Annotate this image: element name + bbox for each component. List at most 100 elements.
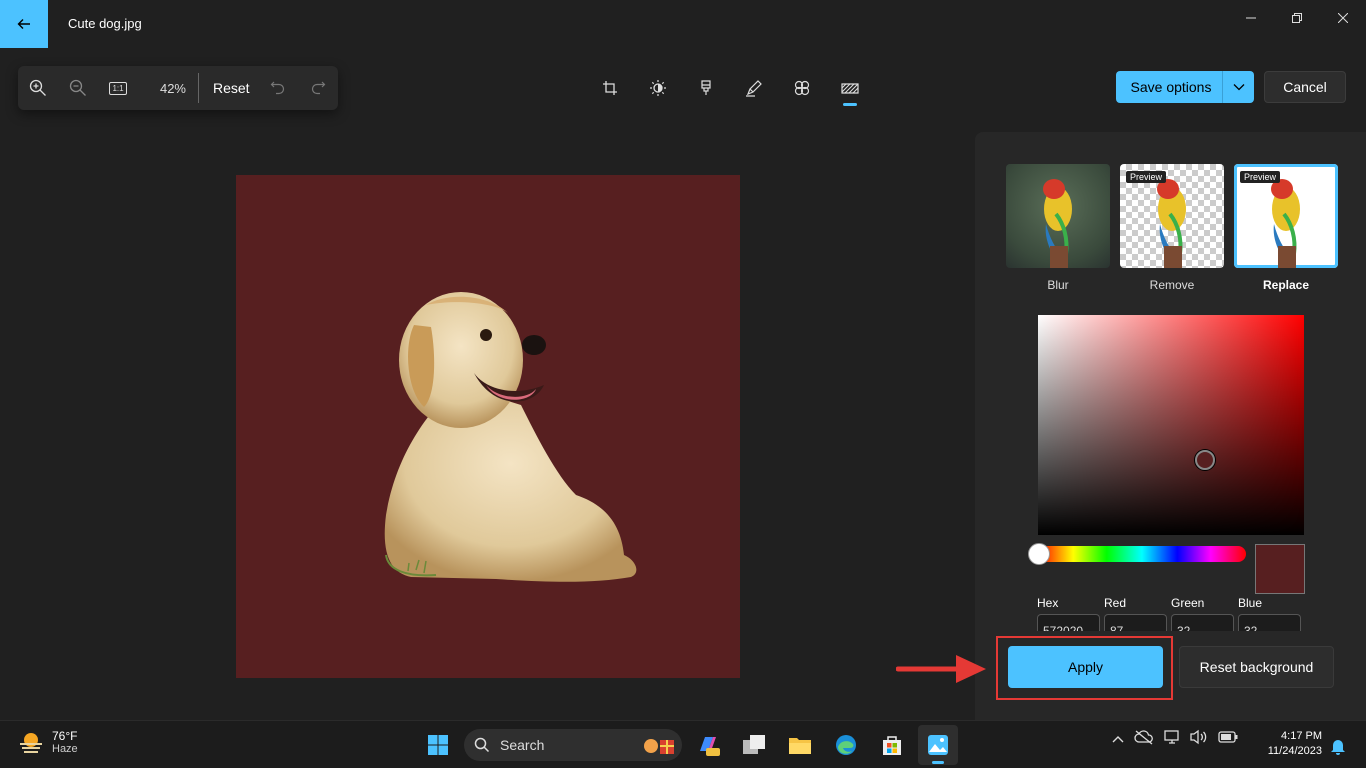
zoom-in-button[interactable]	[18, 66, 58, 110]
crop-tool[interactable]	[586, 70, 634, 106]
network-button[interactable]	[1164, 729, 1180, 748]
save-options-label: Save options	[1130, 79, 1212, 95]
undo-icon	[270, 81, 284, 95]
minimize-button[interactable]	[1228, 0, 1274, 36]
photos-button[interactable]	[918, 725, 958, 765]
actual-size-button[interactable]: 1:1	[98, 66, 138, 110]
green-input[interactable]: 32	[1171, 614, 1234, 631]
edge-icon	[836, 735, 856, 755]
hue-slider-knob[interactable]	[1028, 543, 1050, 565]
start-button[interactable]	[418, 725, 458, 765]
image-canvas[interactable]	[236, 175, 740, 678]
onedrive-button[interactable]	[1134, 729, 1154, 748]
crop-icon	[603, 81, 617, 95]
annotation-arrow-icon	[896, 655, 986, 683]
green-label: Green	[1171, 596, 1205, 610]
blue-label: Blue	[1238, 596, 1263, 610]
volume-icon	[1190, 729, 1207, 745]
remove-thumbnail: Preview	[1120, 164, 1224, 268]
close-button[interactable]	[1320, 0, 1366, 36]
hue-slider[interactable]	[1028, 543, 1246, 565]
color-preview-swatch	[1255, 544, 1305, 594]
battery-icon	[1218, 731, 1238, 743]
green-field: Green 32	[1171, 596, 1234, 631]
taskbar-search[interactable]: Search	[464, 729, 682, 761]
annotation-highlight-box	[996, 636, 1173, 700]
task-view-icon	[743, 735, 765, 754]
bg-option-blur[interactable]: Blur	[1006, 164, 1110, 292]
preview-tag: Preview	[1126, 171, 1167, 183]
search-highlight-icon	[644, 739, 674, 754]
search-icon	[474, 737, 490, 753]
filter-tool[interactable]	[682, 70, 730, 106]
back-arrow-icon	[17, 19, 30, 29]
red-input[interactable]: 87	[1104, 614, 1167, 631]
back-button[interactable]	[0, 0, 48, 48]
blue-input[interactable]: 32	[1238, 614, 1301, 631]
edge-button[interactable]	[826, 725, 866, 765]
zoom-out-button[interactable]	[58, 66, 98, 110]
puppy-image	[384, 292, 637, 582]
weather-widget[interactable]: 76°F Haze	[18, 729, 78, 755]
photos-icon	[928, 735, 948, 755]
taskbar-apps: Search	[418, 725, 958, 765]
erase-icon	[794, 80, 810, 96]
weather-haze-icon	[20, 733, 42, 753]
network-icon	[1164, 730, 1179, 744]
red-field: Red 87	[1104, 596, 1167, 631]
markup-tool[interactable]	[730, 70, 778, 106]
zoom-percent[interactable]: 42%	[138, 81, 194, 96]
task-view-button[interactable]	[734, 725, 774, 765]
search-label: Search	[500, 737, 545, 753]
background-options: Blur Preview Remove Preview Replace	[1006, 164, 1338, 292]
cancel-button[interactable]: Cancel	[1264, 71, 1346, 103]
hex-input[interactable]: 572020	[1037, 614, 1100, 631]
redo-button[interactable]	[298, 66, 338, 110]
bg-option-replace[interactable]: Preview Replace	[1234, 164, 1338, 292]
save-options-button[interactable]: Save options	[1116, 71, 1254, 103]
replace-thumbnail: Preview	[1234, 164, 1338, 268]
zoom-in-icon	[29, 79, 46, 96]
actual-size-icon: 1:1	[109, 81, 127, 95]
cloud-off-icon	[1134, 730, 1153, 745]
preview-tag: Preview	[1240, 171, 1281, 183]
store-icon	[883, 736, 901, 755]
color-spectrum-cursor[interactable]	[1195, 450, 1215, 470]
store-button[interactable]	[872, 725, 912, 765]
adjust-icon	[650, 80, 666, 96]
save-options-dropdown[interactable]	[1222, 71, 1254, 103]
show-hidden-icons-button[interactable]	[1112, 732, 1124, 746]
filter-icon	[701, 80, 711, 95]
adjust-tool[interactable]	[634, 70, 682, 106]
battery-button[interactable]	[1218, 731, 1238, 746]
notifications-button[interactable]	[1330, 737, 1346, 760]
restore-icon	[1292, 13, 1302, 23]
weather-desc: Haze	[52, 743, 78, 755]
window-controls	[1228, 0, 1366, 36]
taskbar: 76°F Haze Search 4:17 PM 11/24/2023	[0, 720, 1366, 768]
hex-field: Hex 572020	[1037, 596, 1100, 631]
file-explorer-button[interactable]	[780, 725, 820, 765]
erase-tool[interactable]	[778, 70, 826, 106]
taskbar-clock[interactable]: 4:17 PM 11/24/2023	[1258, 729, 1322, 759]
bg-option-remove[interactable]: Preview Remove	[1120, 164, 1224, 292]
start-icon	[428, 735, 448, 755]
red-label: Red	[1104, 596, 1127, 610]
clock-date: 11/24/2023	[1267, 745, 1322, 757]
color-fields: Hex 572020 Red 87 Green 32 Blue 32	[1037, 596, 1301, 631]
reset-background-button[interactable]: Reset background	[1179, 646, 1334, 688]
blue-field: Blue 32	[1238, 596, 1301, 631]
bg-option-label: Replace	[1262, 278, 1310, 292]
undo-button[interactable]	[258, 66, 298, 110]
markup-icon	[746, 80, 762, 97]
color-spectrum[interactable]	[1038, 315, 1304, 535]
clock-time: 4:17 PM	[1281, 730, 1322, 742]
redo-icon	[311, 81, 325, 95]
reset-button[interactable]: Reset	[205, 80, 258, 96]
bell-icon	[1331, 740, 1345, 755]
close-icon	[1338, 13, 1348, 23]
volume-button[interactable]	[1190, 729, 1208, 748]
restore-button[interactable]	[1274, 0, 1320, 36]
background-tool[interactable]	[826, 70, 874, 106]
copilot-button[interactable]	[688, 725, 728, 765]
